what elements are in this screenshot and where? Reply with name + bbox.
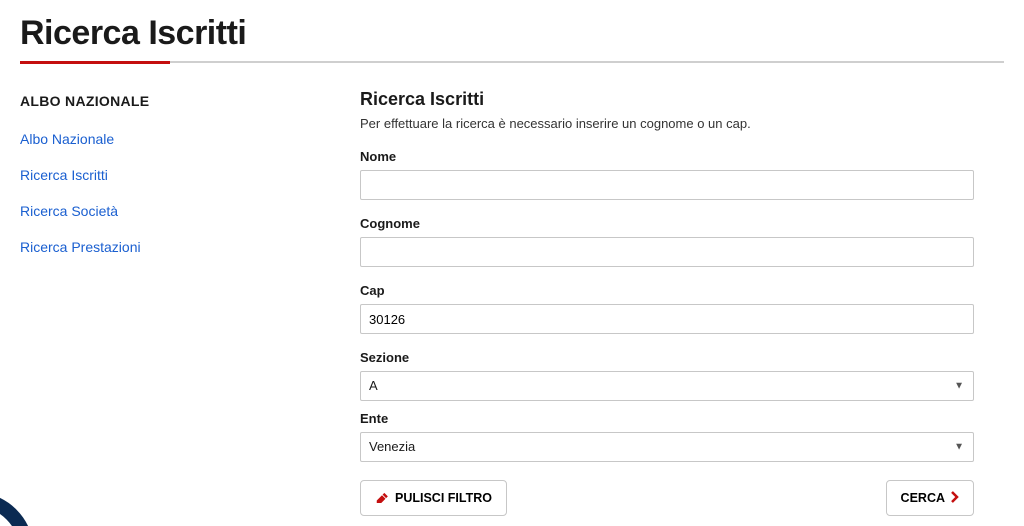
- nome-label: Nome: [360, 149, 974, 164]
- cognome-label: Cognome: [360, 216, 974, 231]
- ente-label: Ente: [360, 411, 974, 426]
- sezione-select[interactable]: A: [360, 371, 974, 401]
- cap-label: Cap: [360, 283, 974, 298]
- ente-select[interactable]: Venezia: [360, 432, 974, 462]
- form-title: Ricerca Iscritti: [360, 89, 974, 110]
- clear-filter-button[interactable]: PULISCI FILTRO: [360, 480, 507, 516]
- search-button[interactable]: CERCA: [886, 480, 974, 516]
- clear-filter-label: PULISCI FILTRO: [395, 491, 492, 505]
- eraser-icon: [375, 491, 389, 506]
- sezione-label: Sezione: [360, 350, 974, 365]
- sidebar-item-ricerca-societa[interactable]: Ricerca Società: [20, 203, 118, 219]
- sidebar-item-albo-nazionale[interactable]: Albo Nazionale: [20, 131, 114, 147]
- page-title: Ricerca Iscritti: [20, 0, 1004, 61]
- nome-input[interactable]: [360, 170, 974, 200]
- sidebar: ALBO NAZIONALE Albo Nazionale Ricerca Is…: [20, 89, 320, 526]
- cap-input[interactable]: [360, 304, 974, 334]
- sidebar-item-ricerca-iscritti[interactable]: Ricerca Iscritti: [20, 167, 108, 183]
- search-button-label: CERCA: [901, 491, 945, 505]
- cognome-input[interactable]: [360, 237, 974, 267]
- sidebar-title: ALBO NAZIONALE: [20, 93, 320, 109]
- sidebar-item-ricerca-prestazioni[interactable]: Ricerca Prestazioni: [20, 239, 141, 255]
- chevron-right-icon: [951, 490, 959, 506]
- form-description: Per effettuare la ricerca è necessario i…: [360, 116, 974, 131]
- title-divider: [20, 61, 1004, 63]
- main-content: Ricerca Iscritti Per effettuare la ricer…: [360, 89, 1004, 526]
